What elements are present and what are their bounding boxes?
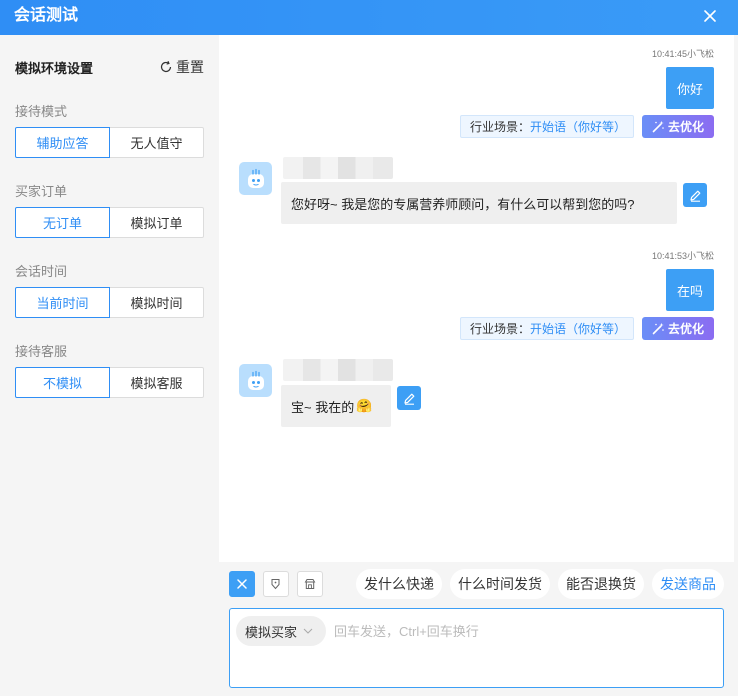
settings-sidebar: 模拟环境设置 重置 接待模式 辅助应答 无人值守 买家订单 无订单 模拟订单 会… [0,35,219,696]
message-meta: 10:41:45小飞松 [651,49,714,59]
composer-toolbar: 发什么快递 什么时间发货 能否退换货 发送商品 [219,562,734,608]
session-time-label: 会话时间 [15,264,68,279]
magic-wand-icon [652,322,664,335]
option-assisted-reply[interactable]: 辅助应答 [15,127,110,158]
store-icon [304,579,316,589]
scene-value[interactable]: 开始语（你好等） [530,118,626,135]
refresh-icon [160,60,172,73]
message-input[interactable] [334,617,714,645]
optimize-button[interactable]: 去优化 [642,115,714,138]
reset-button[interactable]: 重置 [159,57,204,77]
dialog-header: 会话测试 [0,0,738,35]
role-select[interactable]: 模拟买家 [236,616,326,646]
close-icon [704,10,716,22]
magic-wand-icon [652,120,664,133]
reception-mode-label: 接待模式 [15,104,68,119]
robot-icon [247,370,264,390]
chat-message-list[interactable]: 10:41:45小飞松 你好 行业场景： 开始语（你好等） 去优化 您好呀~ 我是… [219,35,734,562]
session-time-toggle: 当前时间 模拟时间 [15,287,204,318]
reception-mode-toggle: 辅助应答 无人值守 [15,127,204,158]
scene-tag: 行业场景： 开始语（你好等） [460,317,634,340]
shop-button[interactable] [297,571,323,597]
agent-name-blurred [283,157,393,179]
option-unattended[interactable]: 无人值守 [110,127,204,158]
outgoing-bubble: 在吗 [666,269,714,311]
clear-button[interactable] [229,571,255,597]
message-meta: 10:41:53小飞松 [651,251,714,261]
settings-title: 模拟环境设置 [15,61,94,76]
chat-test-dialog: 会话测试 模拟环境设置 重置 接待模式 辅助应答 无人值守 买家订单 无订单 模… [0,0,738,696]
quick-reply-dispatch-time[interactable]: 什么时间发货 [450,569,550,599]
buyer-order-toggle: 无订单 模拟订单 [15,207,204,238]
scene-tag: 行业场景： 开始语（你好等） [460,115,634,138]
robot-icon [247,168,264,188]
scene-label: 行业场景： [470,322,531,336]
reception-agent-toggle: 不模拟 模拟客服 [15,367,204,398]
scene-label: 行业场景： [470,120,531,134]
close-button[interactable] [700,6,720,26]
option-simulated-time[interactable]: 模拟时间 [110,287,204,318]
optimize-button[interactable]: 去优化 [642,317,714,340]
bot-avatar [239,364,272,397]
option-no-simulation[interactable]: 不模拟 [15,367,110,398]
send-product-button[interactable]: 发送商品 [652,569,724,599]
incoming-bubble: 宝~ 我在的 🤗 [281,385,391,427]
bot-avatar [239,162,272,195]
tag-button[interactable] [263,571,289,597]
option-no-order[interactable]: 无订单 [15,207,110,238]
incoming-bubble: 您好呀~ 我是您的专属营养师顾问，有什么可以帮到您的吗? [281,182,677,224]
reset-label: 重置 [176,59,204,75]
scene-value[interactable]: 开始语（你好等） [530,320,626,337]
hugging-face-emoji: 🤗 [356,398,373,413]
tag-icon [271,579,280,590]
incoming-text: 宝~ 我在的 [291,399,355,415]
buyer-order-label: 买家订单 [15,184,68,199]
option-current-time[interactable]: 当前时间 [15,287,110,318]
dialog-title: 会话测试 [14,7,79,24]
quick-reply-return[interactable]: 能否退换货 [558,569,644,599]
optimize-label: 去优化 [667,120,704,134]
option-simulated-order[interactable]: 模拟订单 [110,207,204,238]
reception-agent-label: 接待客服 [15,344,68,359]
chevron-down-icon [303,628,313,634]
edit-reply-button[interactable] [397,386,421,410]
pencil-icon [689,190,700,202]
outgoing-bubble: 你好 [666,67,714,109]
optimize-label: 去优化 [667,322,704,336]
cross-icon [237,579,247,589]
edit-reply-button[interactable] [683,183,707,207]
role-select-value: 模拟买家 [245,624,298,640]
option-simulated-agent[interactable]: 模拟客服 [110,367,204,398]
agent-name-blurred [283,359,393,381]
quick-reply-shipping[interactable]: 发什么快递 [356,569,442,599]
pencil-icon [403,393,414,405]
message-composer: 模拟买家 [229,608,724,688]
